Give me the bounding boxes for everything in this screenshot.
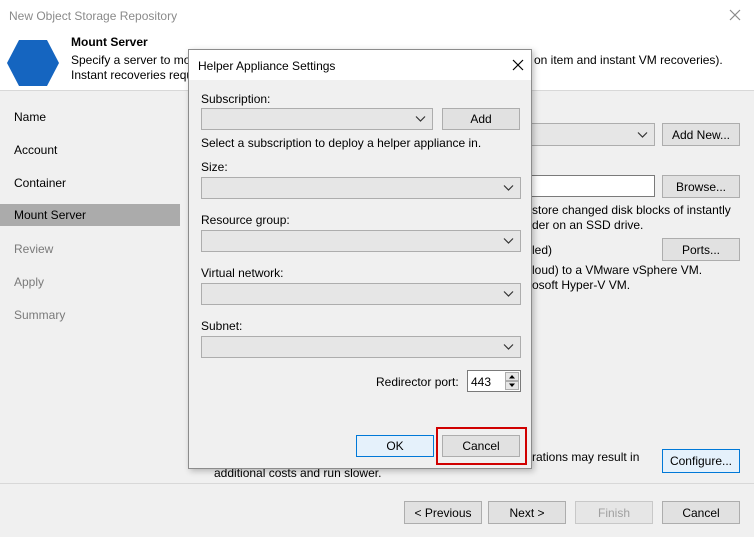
- header-description: Specify a server to mo: [71, 53, 191, 67]
- footer-divider: [0, 483, 754, 484]
- finish-button: Finish: [575, 501, 653, 524]
- previous-button[interactable]: < Previous: [404, 501, 482, 524]
- size-combo[interactable]: [201, 177, 521, 199]
- wizard-steps: Name Account Container Mount Server Revi…: [0, 91, 180, 481]
- chevron-down-icon: [503, 185, 514, 191]
- subscription-hint: Select a subscription to deploy a helper…: [201, 136, 482, 150]
- next-button[interactable]: Next >: [488, 501, 566, 524]
- add-new-button[interactable]: Add New...: [662, 123, 740, 146]
- ssd-hint-line2: der on an SSD drive.: [532, 218, 644, 232]
- nav-item-name[interactable]: Name: [0, 106, 180, 128]
- subscription-combo[interactable]: [201, 108, 433, 130]
- dialog-ok-button[interactable]: OK: [356, 435, 434, 457]
- virtual-network-combo[interactable]: [201, 283, 521, 305]
- chevron-down-icon: [503, 291, 514, 297]
- ports-button[interactable]: Ports...: [662, 238, 740, 261]
- subnet-combo[interactable]: [201, 336, 521, 358]
- vmware-text: loud) to a VMware vSphere VM.: [532, 263, 703, 277]
- header-description-2: Instant recoveries requ: [71, 68, 194, 82]
- redirector-port-value[interactable]: 443: [471, 375, 491, 389]
- dialog-close-icon[interactable]: [511, 58, 525, 72]
- spin-up-icon[interactable]: [505, 372, 519, 381]
- nav-item-summary: Summary: [14, 308, 66, 322]
- mount-server-combo[interactable]: [520, 123, 655, 146]
- chevron-down-icon: [637, 131, 648, 138]
- hexagon-logo-icon: [6, 39, 60, 87]
- nav-item-account[interactable]: Account: [0, 139, 180, 161]
- nav-item-mount-server[interactable]: Mount Server: [0, 204, 180, 226]
- close-icon[interactable]: [728, 8, 742, 22]
- spin-down-icon[interactable]: [505, 381, 519, 390]
- resource-group-combo[interactable]: [201, 230, 521, 252]
- hyperv-text: osoft Hyper-V VM.: [532, 278, 631, 292]
- subnet-label: Subnet:: [201, 319, 243, 333]
- add-subscription-button[interactable]: Add: [442, 108, 520, 130]
- size-label: Size:: [201, 160, 228, 174]
- window-title: New Object Storage Repository: [9, 9, 178, 23]
- cancel-button[interactable]: Cancel: [662, 501, 740, 524]
- nav-item-review: Review: [14, 242, 54, 256]
- nav-item-apply: Apply: [14, 275, 45, 289]
- led-text: led): [532, 243, 553, 257]
- helper-appliance-dialog: Helper Appliance Settings Subscription: …: [188, 49, 532, 469]
- subscription-label: Subscription:: [201, 92, 271, 106]
- resource-group-label: Resource group:: [201, 213, 290, 227]
- dialog-title-bar: Helper Appliance Settings: [189, 50, 531, 80]
- page-title: Mount Server: [71, 35, 148, 49]
- browse-button[interactable]: Browse...: [662, 175, 740, 198]
- virtual-network-label: Virtual network:: [201, 266, 284, 280]
- chevron-down-icon: [415, 116, 426, 122]
- title-bar: New Object Storage Repository: [0, 0, 754, 32]
- instant-recovery-folder-input[interactable]: [520, 175, 655, 197]
- chevron-down-icon: [503, 344, 514, 350]
- costs-warning-line1: rations may result in: [532, 450, 640, 464]
- chevron-down-icon: [503, 238, 514, 244]
- configure-button[interactable]: Configure...: [662, 449, 740, 473]
- ssd-hint-line1: store changed disk blocks of instantly: [532, 203, 731, 217]
- header-description-tail: on item and instant VM recoveries).: [534, 53, 723, 67]
- dialog-title: Helper Appliance Settings: [198, 59, 336, 73]
- redirector-port-stepper[interactable]: 443: [467, 370, 521, 392]
- redirector-port-label: Redirector port:: [376, 375, 459, 389]
- highlight-box: [436, 427, 527, 465]
- nav-item-container[interactable]: Container: [0, 172, 180, 194]
